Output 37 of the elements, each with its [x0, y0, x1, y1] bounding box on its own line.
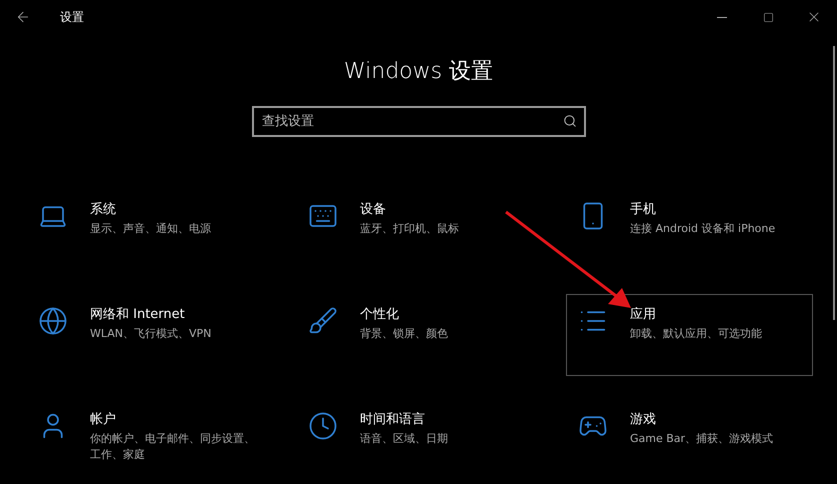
category-description: 语音、区域、日期 — [360, 431, 448, 447]
category-title: 手机 — [630, 201, 656, 218]
search-icon — [563, 114, 577, 128]
category-description: WLAN、飞行模式、VPN — [90, 326, 212, 342]
page-heading: Windows 设置 — [344, 58, 494, 86]
settings-category[interactable]: 应用 卸载、默认应用、可选功能 — [566, 294, 813, 376]
category-description: Game Bar、捕获、游戏模式 — [630, 431, 774, 447]
settings-category[interactable]: 个性化 背景、锁屏、颜色 — [296, 294, 543, 376]
search-field[interactable]: 查找设置 — [252, 106, 586, 137]
settings-category[interactable]: 网络和 Internet WLAN、飞行模式、VPN — [26, 294, 273, 376]
clock-icon — [308, 411, 338, 441]
category-description: 连接 Android 设备和 iPhone — [630, 221, 776, 237]
category-title: 个性化 — [360, 306, 399, 323]
window-title: 设置 — [60, 8, 85, 26]
minimize-icon — [717, 16, 727, 18]
category-description: 你的帐户、电子邮件、同步设置、工作、家庭 — [90, 431, 256, 463]
category-description: 蓝牙、打印机、鼠标 — [360, 221, 459, 237]
settings-category[interactable]: 设备 蓝牙、打印机、鼠标 — [296, 189, 543, 271]
category-description: 卸载、默认应用、可选功能 — [630, 326, 762, 342]
settings-category[interactable]: 手机 连接 Android 设备和 iPhone — [566, 189, 813, 271]
category-title: 系统 — [90, 201, 116, 218]
settings-category[interactable]: 系统 显示、声音、通知、电源 — [26, 189, 273, 271]
category-title: 时间和语言 — [360, 411, 425, 428]
maximize-icon — [762, 12, 774, 22]
category-title: 设备 — [360, 201, 386, 218]
brush-icon — [308, 306, 338, 336]
settings-category[interactable]: 帐户 你的帐户、电子邮件、同步设置、工作、家庭 — [26, 399, 273, 481]
category-description: 显示、声音、通知、电源 — [90, 221, 211, 237]
settings-category[interactable]: 时间和语言 语音、区域、日期 — [296, 399, 543, 481]
category-title: 应用 — [630, 306, 656, 323]
globe-icon — [38, 306, 68, 336]
category-title: 游戏 — [630, 411, 656, 428]
category-description: 背景、锁屏、颜色 — [360, 326, 448, 342]
category-title: 网络和 Internet — [90, 306, 185, 323]
settings-category[interactable]: 游戏 Game Bar、捕获、游戏模式 — [566, 399, 813, 481]
category-title: 帐户 — [90, 411, 116, 428]
scroll-bar[interactable] — [833, 46, 835, 320]
